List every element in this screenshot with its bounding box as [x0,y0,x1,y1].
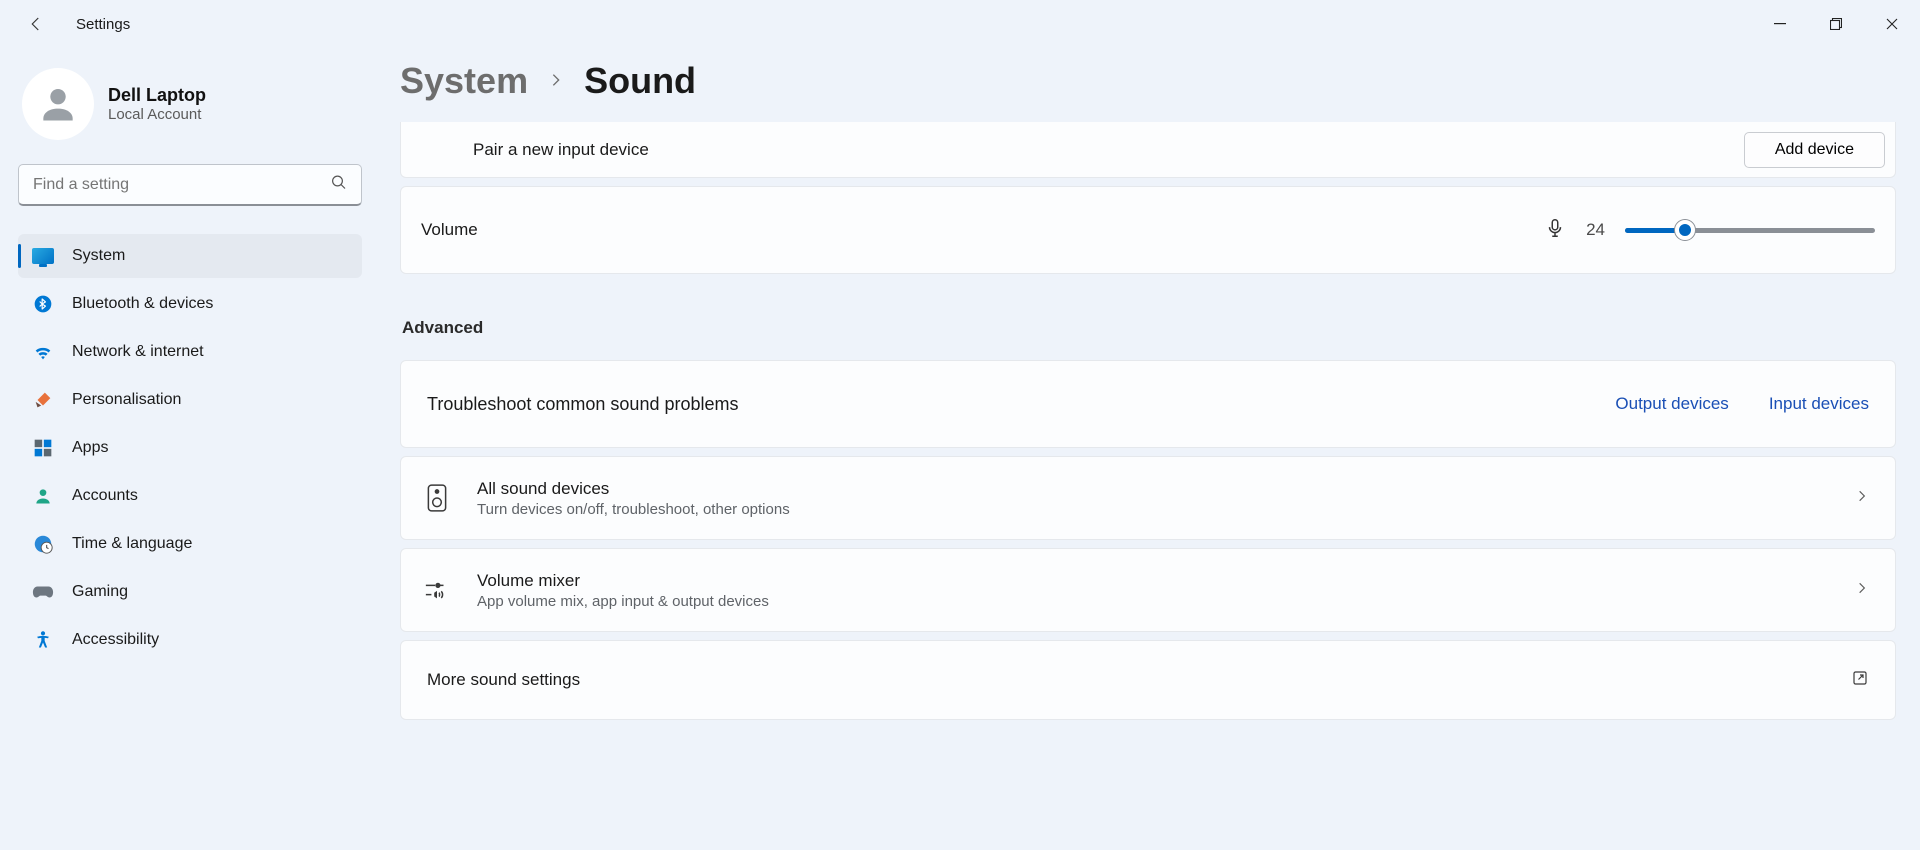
avatar [22,68,94,140]
sidebar-item-label: Personalisation [72,391,181,409]
breadcrumb: System Sound [400,60,1896,102]
volume-label: Volume [421,220,478,240]
sidebar-item-system[interactable]: System [18,234,362,278]
sidebar-item-gaming[interactable]: Gaming [18,570,362,614]
close-button[interactable] [1864,4,1920,44]
sidebar-item-label: Gaming [72,583,128,601]
sidebar-item-label: Network & internet [72,343,204,361]
sidebar-item-label: Accessibility [72,631,159,649]
row-title: More sound settings [427,670,1825,690]
volume-slider[interactable] [1625,218,1875,242]
bluetooth-icon [32,293,54,315]
sidebar-item-time-language[interactable]: Time & language [18,522,362,566]
row-subtitle: App volume mix, app input & output devic… [477,593,1829,610]
sidebar-item-accessibility[interactable]: Accessibility [18,618,362,662]
output-devices-link[interactable]: Output devices [1615,394,1728,414]
app-title: Settings [76,16,130,33]
arrow-left-icon [27,15,45,33]
maximize-icon [1830,18,1842,30]
search-input[interactable] [18,164,362,206]
titlebar: Settings [0,0,1920,48]
chevron-right-icon [548,67,564,95]
sidebar-item-label: Accounts [72,487,138,505]
section-header-advanced: Advanced [402,318,1896,338]
maximize-button[interactable] [1808,4,1864,44]
sidebar-nav: System Bluetooth & devices Network & int… [18,234,362,662]
volume-value: 24 [1586,220,1605,240]
chevron-right-icon [1855,489,1869,508]
sidebar-item-label: Bluetooth & devices [72,295,213,313]
troubleshoot-card: Troubleshoot common sound problems Outpu… [400,360,1896,448]
microphone-icon[interactable] [1544,217,1566,244]
window-controls [1752,4,1920,44]
mixer-icon [423,579,451,601]
brush-icon [32,389,54,411]
speaker-device-icon [423,484,451,512]
gamepad-icon [32,581,54,603]
slider-thumb[interactable] [1675,220,1695,240]
search-box [18,164,362,206]
add-device-button[interactable]: Add device [1744,132,1885,168]
sidebar-item-apps[interactable]: Apps [18,426,362,470]
sidebar-item-label: System [72,247,125,265]
profile-subtitle: Local Account [108,106,206,123]
sidebar-item-label: Apps [72,439,108,457]
sidebar-item-personalisation[interactable]: Personalisation [18,378,362,422]
back-button[interactable] [20,8,52,40]
external-link-icon [1851,669,1869,692]
pair-label: Pair a new input device [473,140,649,160]
profile-name: Dell Laptop [108,85,206,106]
sidebar-item-bluetooth[interactable]: Bluetooth & devices [18,282,362,326]
apps-icon [32,437,54,459]
chevron-right-icon [1855,581,1869,600]
person-green-icon [32,485,54,507]
search-icon [330,174,348,197]
close-icon [1886,18,1898,30]
globe-clock-icon [32,533,54,555]
row-title: All sound devices [477,479,1829,499]
monitor-icon [32,245,54,267]
all-sound-devices-row[interactable]: All sound devices Turn devices on/off, t… [400,456,1896,540]
more-sound-settings-row[interactable]: More sound settings [400,640,1896,720]
volume-card: Volume 24 [400,186,1896,274]
breadcrumb-current: Sound [584,60,696,102]
wifi-icon [32,341,54,363]
profile-block[interactable]: Dell Laptop Local Account [18,58,362,154]
volume-mixer-row[interactable]: Volume mixer App volume mix, app input &… [400,548,1896,632]
minimize-icon [1774,18,1786,30]
main: System Sound Pair a new input device Add… [380,48,1920,850]
row-title: Volume mixer [477,571,1829,591]
row-subtitle: Turn devices on/off, troubleshoot, other… [477,501,1829,518]
person-icon [36,82,80,126]
breadcrumb-parent[interactable]: System [400,60,528,102]
input-devices-link[interactable]: Input devices [1769,394,1869,414]
troubleshoot-label: Troubleshoot common sound problems [427,394,739,415]
pair-input-device-row: Pair a new input device Add device [400,122,1896,178]
sidebar-item-accounts[interactable]: Accounts [18,474,362,518]
minimize-button[interactable] [1752,4,1808,44]
sidebar-item-label: Time & language [72,535,192,553]
sidebar: Dell Laptop Local Account System Bluetoo… [0,48,380,850]
sidebar-item-network[interactable]: Network & internet [18,330,362,374]
accessibility-icon [32,629,54,651]
